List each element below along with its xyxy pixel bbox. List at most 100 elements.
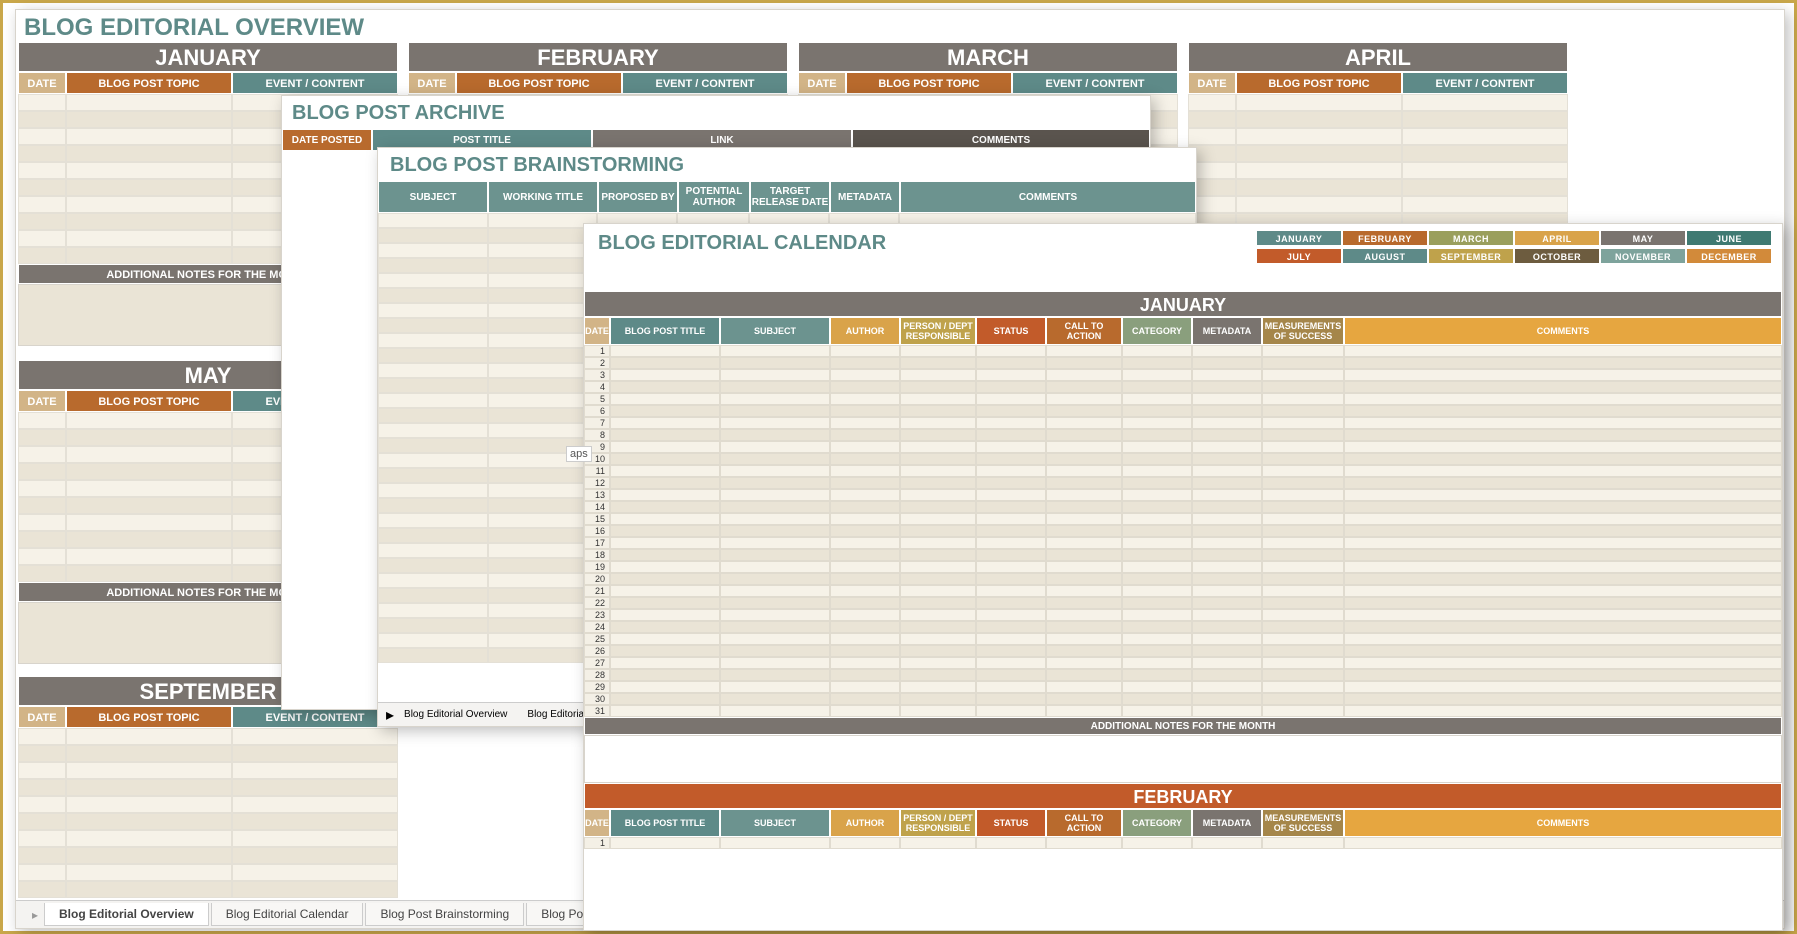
brainstorm-cell[interactable] (378, 363, 488, 378)
cell-date[interactable] (18, 745, 66, 762)
calendar-cell-category[interactable] (1122, 645, 1192, 657)
calendar-cell-author[interactable] (830, 705, 900, 717)
calendar-cell-title[interactable] (610, 669, 720, 681)
calendar-cell-measures[interactable] (1262, 465, 1344, 477)
calendar-cell-author[interactable] (830, 573, 900, 585)
calendar-cell-author[interactable] (830, 693, 900, 705)
calendar-cell-subject[interactable] (720, 345, 830, 357)
calendar-cell-title[interactable] (610, 465, 720, 477)
calendar-cell-author[interactable] (830, 417, 900, 429)
calendar-cell-comments[interactable] (1344, 549, 1782, 561)
calendar-cell-person[interactable] (900, 393, 976, 405)
calendar-cell-category[interactable] (1122, 513, 1192, 525)
calendar-cell-category[interactable] (1122, 429, 1192, 441)
cell-topic[interactable] (1236, 94, 1402, 111)
calendar-cell-cta[interactable] (1046, 645, 1122, 657)
month-tab-april[interactable]: APRIL (1514, 230, 1600, 246)
calendar-cell-metadata[interactable] (1192, 465, 1262, 477)
calendar-cell-measures[interactable] (1262, 345, 1344, 357)
brainstorm-cell[interactable] (378, 393, 488, 408)
tab-overview-2[interactable]: Blog Editorial Overview (394, 707, 517, 722)
cell-event[interactable] (232, 796, 398, 813)
calendar-cell-cta[interactable] (1046, 381, 1122, 393)
calendar-cell-category[interactable] (1122, 345, 1192, 357)
cell-topic[interactable] (66, 196, 232, 213)
tab-calendar[interactable]: Blog Editorial Calendar (211, 903, 364, 926)
month-tab-december[interactable]: DECEMBER (1686, 248, 1772, 264)
calendar-cell-person[interactable] (900, 369, 976, 381)
brainstorm-cell[interactable] (488, 558, 598, 573)
calendar-cell-measures[interactable] (1262, 429, 1344, 441)
calendar-cell-status[interactable] (976, 393, 1046, 405)
cell-date[interactable] (18, 813, 66, 830)
brainstorm-cell[interactable] (488, 528, 598, 543)
cell-event[interactable] (232, 813, 398, 830)
cell-topic[interactable] (1236, 111, 1402, 128)
calendar-cell-status[interactable] (976, 657, 1046, 669)
calendar-cell-metadata[interactable] (1192, 573, 1262, 585)
month-tab-august[interactable]: AUGUST (1342, 248, 1428, 264)
calendar-cell-metadata[interactable] (1192, 537, 1262, 549)
cell-topic[interactable] (66, 480, 232, 497)
brainstorm-cell[interactable] (378, 513, 488, 528)
cell-date[interactable] (18, 111, 66, 128)
calendar-cell-title[interactable] (610, 705, 720, 717)
calendar-cell-metadata[interactable] (1192, 645, 1262, 657)
calendar-cell-subject[interactable] (720, 453, 830, 465)
calendar-cell-title[interactable] (610, 609, 720, 621)
cell-date[interactable] (18, 847, 66, 864)
cell-date[interactable] (18, 128, 66, 145)
cell-date[interactable] (18, 796, 66, 813)
calendar-cell-metadata[interactable] (1192, 525, 1262, 537)
calendar-cell-measures[interactable] (1262, 441, 1344, 453)
calendar-cell-person[interactable] (900, 549, 976, 561)
calendar-cell-metadata[interactable] (1192, 609, 1262, 621)
calendar-cell-subject[interactable] (720, 693, 830, 705)
calendar-cell-category[interactable] (1122, 585, 1192, 597)
cell-event[interactable] (1402, 145, 1568, 162)
calendar-cell-subject[interactable] (720, 537, 830, 549)
cell-topic[interactable] (1236, 128, 1402, 145)
calendar-cell-category[interactable] (1122, 393, 1192, 405)
brainstorm-cell[interactable] (488, 498, 598, 513)
calendar-cell-status[interactable] (976, 381, 1046, 393)
calendar-cell-metadata[interactable] (1192, 405, 1262, 417)
cell-date[interactable] (18, 463, 66, 480)
calendar-cell-comments[interactable] (1344, 501, 1782, 513)
calendar-cell-author[interactable] (830, 393, 900, 405)
calendar-cell-metadata[interactable] (1192, 657, 1262, 669)
tabs-prev-icon[interactable]: ▸ (26, 908, 44, 922)
cell-topic[interactable] (1236, 162, 1402, 179)
brainstorm-cell[interactable] (488, 513, 598, 528)
cell-topic[interactable] (66, 128, 232, 145)
calendar-cell-author[interactable] (830, 597, 900, 609)
cell-topic[interactable] (66, 548, 232, 565)
calendar-cell-title[interactable] (610, 369, 720, 381)
brainstorm-cell[interactable] (488, 483, 598, 498)
calendar-cell-subject[interactable] (720, 681, 830, 693)
calendar-cell-title[interactable] (610, 381, 720, 393)
calendar-cell-status[interactable] (976, 429, 1046, 441)
calendar-cell-title[interactable] (610, 837, 720, 849)
cell-topic[interactable] (66, 145, 232, 162)
calendar-cell-status[interactable] (976, 597, 1046, 609)
calendar-cell-comments[interactable] (1344, 597, 1782, 609)
calendar-cell-title[interactable] (610, 477, 720, 489)
calendar-cell-subject[interactable] (720, 441, 830, 453)
calendar-cell-category[interactable] (1122, 573, 1192, 585)
calendar-cell-status[interactable] (976, 357, 1046, 369)
brainstorm-cell[interactable] (488, 393, 598, 408)
brainstorm-cell[interactable] (378, 618, 488, 633)
calendar-cell-subject[interactable] (720, 525, 830, 537)
brainstorm-cell[interactable] (488, 648, 598, 663)
brainstorm-cell[interactable] (378, 243, 488, 258)
calendar-cell-cta[interactable] (1046, 501, 1122, 513)
cell-event[interactable] (232, 830, 398, 847)
brainstorm-cell[interactable] (378, 453, 488, 468)
calendar-cell-cta[interactable] (1046, 693, 1122, 705)
calendar-cell-author[interactable] (830, 609, 900, 621)
cell-date[interactable] (18, 881, 66, 898)
calendar-cell-author[interactable] (830, 345, 900, 357)
calendar-cell-person[interactable] (900, 513, 976, 525)
cell-event[interactable] (232, 779, 398, 796)
